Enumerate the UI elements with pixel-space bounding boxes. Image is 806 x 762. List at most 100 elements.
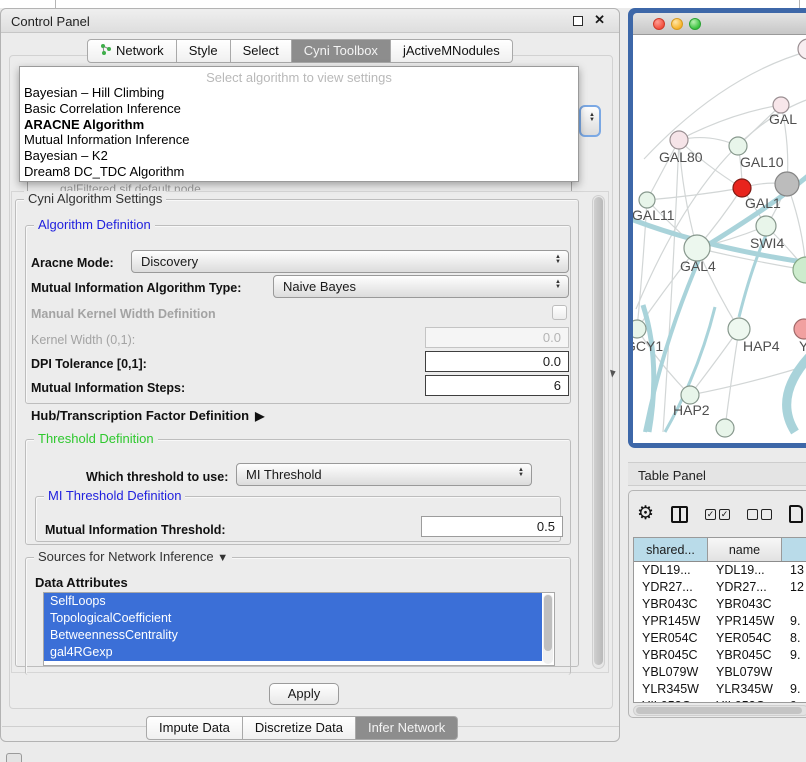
checked-columns-icon[interactable]: ✓✓ <box>705 509 730 520</box>
attribute-item[interactable]: SelfLoops <box>44 593 542 610</box>
scrollbar-thumb[interactable] <box>636 707 802 714</box>
tab-style[interactable]: Style <box>177 39 231 63</box>
network-canvas[interactable]: GAL80GALGAL10GAL1GAL11SWI4GAL4GCY1HAP4YH… <box>633 35 806 443</box>
table-header-row: shared...nameA <box>634 538 806 562</box>
network-node-gal80[interactable] <box>670 131 688 149</box>
zoom-green-icon[interactable] <box>689 18 701 30</box>
table-row[interactable]: YBL079WYBL079W <box>634 664 806 681</box>
which-threshold-combobox[interactable]: MI Threshold ▲▼ <box>236 463 532 486</box>
network-node-swi4[interactable] <box>756 216 776 236</box>
table-row[interactable]: YIL052CYIL052C9 <box>634 698 806 703</box>
table-row[interactable]: YPR145WYPR145W9. <box>634 613 806 630</box>
table-cell: YIL052C <box>708 698 782 703</box>
network-edge[interactable] <box>787 357 806 432</box>
algorithm-dropdown-placeholder: Select algorithm to view settings <box>20 67 578 85</box>
dpi-tolerance-field[interactable]: 0.0 <box>425 351 569 372</box>
mi-steps-field[interactable]: 6 <box>425 375 569 396</box>
network-edge[interactable] <box>725 329 739 428</box>
tab-infer-network[interactable]: Infer Network <box>356 716 458 740</box>
grid-icon[interactable] <box>6 753 22 762</box>
network-node-gal10[interactable] <box>729 137 747 155</box>
network-node-label: GCY1 <box>633 338 663 354</box>
collapsed-arrow-icon: ▶ <box>255 409 264 423</box>
minimize-yellow-icon[interactable] <box>671 18 683 30</box>
table-horizontal-scrollbar[interactable] <box>633 705 806 716</box>
unchecked-columns-icon[interactable] <box>747 509 772 520</box>
aracne-mode-combobox[interactable]: Discovery ▲▼ <box>131 250 569 273</box>
algorithm-option[interactable]: ARACNE Algorithm <box>20 117 578 133</box>
attribute-item[interactable]: BetweennessCentrality <box>44 627 542 644</box>
gear-icon[interactable]: ⚙ <box>637 504 654 524</box>
scrollbar-thumb[interactable] <box>544 595 552 651</box>
hub-transcription-factor-toggle[interactable]: Hub/Transcription Factor Definition▶ <box>31 408 264 423</box>
aracne-mode-value: Discovery <box>141 254 198 269</box>
algorithm-option[interactable]: Basic Correlation Inference <box>20 101 578 117</box>
network-node-hap4[interactable] <box>728 318 750 340</box>
network-node-label: GAL4 <box>680 258 716 274</box>
node-attribute-table[interactable]: shared...nameA YDL19...YDL19...13YDR27..… <box>633 537 806 703</box>
tab-jactivemnodules[interactable]: jActiveMNodules <box>391 39 513 63</box>
algorithm-option[interactable]: Dream8 DC_TDC Algorithm <box>20 164 578 180</box>
close-icon[interactable]: ✕ <box>594 12 605 28</box>
combo-arrows-icon: ▲▼ <box>555 280 561 290</box>
table-row[interactable]: YLR345WYLR345W9. <box>634 681 806 698</box>
network-node-label: GAL <box>769 111 797 127</box>
tab-label: jActiveMNodules <box>403 43 500 58</box>
table-cell: YER054C <box>708 630 782 647</box>
algorithm-option[interactable]: Bayesian – Hill Climbing <box>20 85 578 101</box>
divider-tick <box>55 0 56 8</box>
network-node-gal11[interactable] <box>639 192 655 208</box>
table-row[interactable]: YBR045CYBR045C9. <box>634 647 806 664</box>
tab-discretize-data[interactable]: Discretize Data <box>243 716 356 740</box>
scrollbar-thumb[interactable] <box>594 197 603 665</box>
tab-select[interactable]: Select <box>231 39 292 63</box>
aracne-mode-label: Aracne Mode: <box>31 256 114 270</box>
network-node-gcy1[interactable] <box>633 320 646 338</box>
focused-stepper-control[interactable]: ▲▼ <box>579 105 601 137</box>
network-icon <box>100 43 112 58</box>
network-graph: GAL80GALGAL10GAL1GAL11SWI4GAL4GCY1HAP4YH… <box>633 35 806 443</box>
network-node-y[interactable] <box>794 319 806 339</box>
network-node[interactable] <box>798 39 806 59</box>
tab-network[interactable]: Network <box>87 39 177 63</box>
attribute-item[interactable]: TopologicalCoefficient <box>44 610 542 627</box>
dpi-tolerance-label: DPI Tolerance [0,1]: <box>31 357 147 371</box>
table-cell: YDL19... <box>634 562 708 579</box>
tab-impute-data[interactable]: Impute Data <box>146 716 243 740</box>
data-attributes-list[interactable]: SelfLoopsTopologicalCoefficientBetweenne… <box>43 592 555 666</box>
control-panel-tabs: NetworkStyleSelectCyni Toolbox jActiveMNo… <box>87 39 513 63</box>
algorithm-option[interactable]: Mutual Information Inference <box>20 132 578 148</box>
network-edge[interactable] <box>663 140 679 432</box>
which-threshold-label: Which threshold to use: <box>86 470 228 484</box>
tab-cyni-toolbox[interactable]: Cyni Toolbox <box>292 39 391 63</box>
document-icon[interactable] <box>789 505 803 523</box>
table-cell: 12 <box>782 579 806 596</box>
attributes-scrollbar[interactable] <box>543 594 553 664</box>
mi-algorithm-type-value: Naive Bayes <box>283 279 356 294</box>
attribute-item[interactable]: gal4RGexp <box>44 644 542 661</box>
table-cell: 9. <box>782 613 806 630</box>
algorithm-option[interactable]: Bayesian – K2 <box>20 148 578 164</box>
table-cell: YBR043C <box>634 596 708 613</box>
apply-button[interactable]: Apply <box>269 683 339 705</box>
which-threshold-value: MI Threshold <box>246 467 322 482</box>
float-window-icon[interactable] <box>573 16 583 26</box>
table-toolbar: ⚙ ✓✓ <box>637 499 806 529</box>
table-row[interactable]: YBR043CYBR043C <box>634 596 806 613</box>
network-node[interactable] <box>716 419 734 437</box>
table-row[interactable]: YER054CYER054C8. <box>634 630 806 647</box>
manual-kernel-width-checkbox[interactable] <box>552 305 567 320</box>
settings-vertical-scrollbar[interactable] <box>592 195 605 669</box>
network-window-titlebar[interactable] <box>633 13 806 35</box>
network-node[interactable] <box>775 172 799 196</box>
mi-threshold-field[interactable]: 0.5 <box>421 516 563 537</box>
column-header[interactable]: A <box>782 538 806 561</box>
column-header[interactable]: name <box>708 538 782 561</box>
split-columns-icon[interactable] <box>671 506 688 523</box>
table-row[interactable]: YDR27...YDR27...12 <box>634 579 806 596</box>
close-red-icon[interactable] <box>653 18 665 30</box>
mi-algorithm-type-combobox[interactable]: Naive Bayes ▲▼ <box>273 275 569 298</box>
kernel-width-field[interactable]: 0.0 <box>425 327 569 348</box>
table-row[interactable]: YDL19...YDL19...13 <box>634 562 806 579</box>
column-header[interactable]: shared... <box>634 538 708 561</box>
